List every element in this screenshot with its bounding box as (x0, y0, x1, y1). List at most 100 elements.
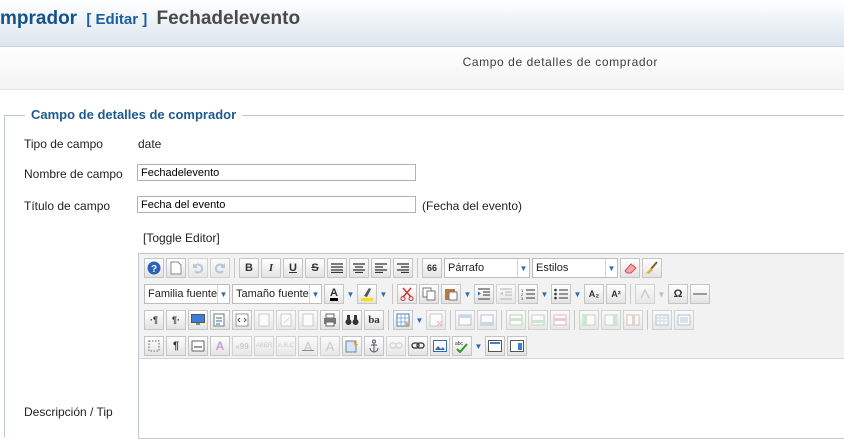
separator (630, 284, 631, 304)
styles-props-icon[interactable]: A (210, 336, 230, 356)
undo-icon[interactable] (188, 258, 208, 278)
help-icon[interactable]: ? (144, 258, 164, 278)
separator (417, 258, 418, 278)
align-right-icon[interactable] (393, 258, 413, 278)
editor-content-area[interactable] (139, 359, 844, 437)
col-after-icon[interactable] (601, 310, 621, 330)
highlight-icon[interactable] (357, 284, 377, 304)
blockquote-icon[interactable]: 66 (422, 258, 442, 278)
abbr-icon[interactable]: ABBR (254, 336, 274, 356)
chevron-down-icon[interactable]: ▼ (474, 336, 483, 356)
delete-table-icon[interactable] (426, 310, 446, 330)
svg-text:?: ? (151, 264, 157, 275)
chevron-down-icon[interactable]: ▼ (463, 284, 472, 304)
paste-word-icon[interactable] (210, 310, 230, 330)
cut-icon[interactable] (397, 284, 417, 304)
row-after-icon[interactable] (477, 310, 497, 330)
find-binoculars-icon[interactable] (342, 310, 362, 330)
outdent-icon[interactable] (496, 284, 516, 304)
chevron-down-icon[interactable]: ▼ (415, 310, 424, 330)
anchor-icon[interactable] (364, 336, 384, 356)
titulo-label: Título de campo (24, 199, 111, 213)
separator (574, 310, 575, 330)
visual-aid-icon[interactable] (144, 336, 164, 356)
insert-image-icon[interactable] (430, 336, 450, 356)
indent-icon[interactable] (474, 284, 494, 304)
cell-props-icon[interactable] (674, 310, 694, 330)
title-field-name: Fechadelevento (156, 8, 301, 29)
chevron-down-icon[interactable]: ▼ (346, 284, 355, 304)
fieldset-legend: Campo de detalles de comprador (25, 107, 243, 122)
paste-icon[interactable] (441, 284, 461, 304)
fullscreen-icon[interactable] (485, 336, 505, 356)
bold-icon[interactable]: B (239, 258, 259, 278)
font-size-select[interactable]: Tamaño fuente ▼ (232, 284, 322, 304)
document-icon[interactable] (254, 310, 274, 330)
table-props-icon[interactable] (652, 310, 672, 330)
chevron-down-icon[interactable]: ▼ (540, 284, 549, 304)
preview-monitor-icon[interactable] (188, 310, 208, 330)
insert-row-icon[interactable] (506, 310, 526, 330)
chevron-down-icon[interactable]: ▼ (573, 284, 582, 304)
delete-col-icon[interactable] (623, 310, 643, 330)
attributes-icon[interactable] (342, 336, 362, 356)
underline-icon[interactable]: U (283, 258, 303, 278)
toggle-editor-link[interactable]: [Toggle Editor] (143, 231, 220, 245)
cleanup-broom-icon[interactable] (642, 258, 662, 278)
font-color-glyph: A (330, 286, 338, 301)
format-select[interactable]: Párrafo ▼ (444, 258, 530, 278)
unlink-icon[interactable] (386, 336, 406, 356)
nombre-field[interactable] (137, 164, 416, 181)
acronym-icon[interactable]: A.B.C (276, 336, 296, 356)
edit-link[interactable]: [ Editar ] (86, 11, 147, 28)
titulo-field[interactable] (137, 196, 416, 213)
strikethrough-icon[interactable]: S (305, 258, 325, 278)
col-before-icon[interactable] (579, 310, 599, 330)
special-character-icon[interactable] (635, 284, 655, 304)
insert-layer-icon[interactable] (188, 336, 208, 356)
insert-table-icon[interactable] (393, 310, 413, 330)
eraser-icon[interactable] (620, 258, 640, 278)
align-center-icon[interactable] (349, 258, 369, 278)
code-view-icon[interactable] (507, 336, 527, 356)
copy-icon[interactable] (419, 284, 439, 304)
replace-icon[interactable]: ba (364, 310, 384, 330)
chevron-down-icon[interactable]: ▼ (657, 284, 666, 304)
redo-icon[interactable] (210, 258, 230, 278)
insert-row-below-icon[interactable] (528, 310, 548, 330)
link-icon[interactable] (408, 336, 428, 356)
italic-icon[interactable]: I (261, 258, 281, 278)
omega-icon[interactable]: Ω (668, 284, 688, 304)
horizontal-rule-icon[interactable] (690, 284, 710, 304)
superscript-icon[interactable]: A² (606, 284, 626, 304)
styles-select[interactable]: Estilos ▼ (532, 258, 618, 278)
insert-text-icon[interactable]: A (320, 336, 340, 356)
print-icon[interactable] (320, 310, 340, 330)
justify-full-icon[interactable] (327, 258, 347, 278)
separator (501, 310, 502, 330)
styles-select-value: Estilos (536, 262, 569, 274)
toolbar-row-4: ¶ A «99 ABBR A.B.C A A abc ▼ (144, 335, 527, 357)
cite-icon[interactable]: «99 (232, 336, 252, 356)
numbered-list-icon[interactable]: 123 (518, 284, 538, 304)
delete-text-icon[interactable]: A (298, 336, 318, 356)
font-family-select[interactable]: Familia fuente ▼ (144, 284, 230, 304)
chevron-down-icon: ▼ (217, 285, 229, 303)
edit-document-icon[interactable] (276, 310, 296, 330)
show-blocks-icon[interactable]: ¶ (166, 336, 186, 356)
spellcheck-icon[interactable]: abc (452, 336, 472, 356)
new-document-icon[interactable] (166, 258, 186, 278)
template-icon[interactable] (298, 310, 318, 330)
html-source-icon[interactable] (232, 310, 252, 330)
rtl-icon[interactable]: ¶· (166, 310, 186, 330)
ltr-icon[interactable]: ·¶ (144, 310, 164, 330)
chevron-down-icon[interactable]: ▼ (379, 284, 388, 304)
subscript-icon[interactable]: A₂ (584, 284, 604, 304)
align-left-icon[interactable] (371, 258, 391, 278)
bullet-list-icon[interactable] (551, 284, 571, 304)
row-before-icon[interactable] (455, 310, 475, 330)
toolbar-row-2: Familia fuente ▼ Tamaño fuente ▼ A ▼ ▼ ▼ 1… (144, 283, 710, 305)
font-color-icon[interactable]: A (324, 284, 344, 304)
del-glyph: A (303, 338, 313, 354)
delete-row-icon[interactable] (550, 310, 570, 330)
